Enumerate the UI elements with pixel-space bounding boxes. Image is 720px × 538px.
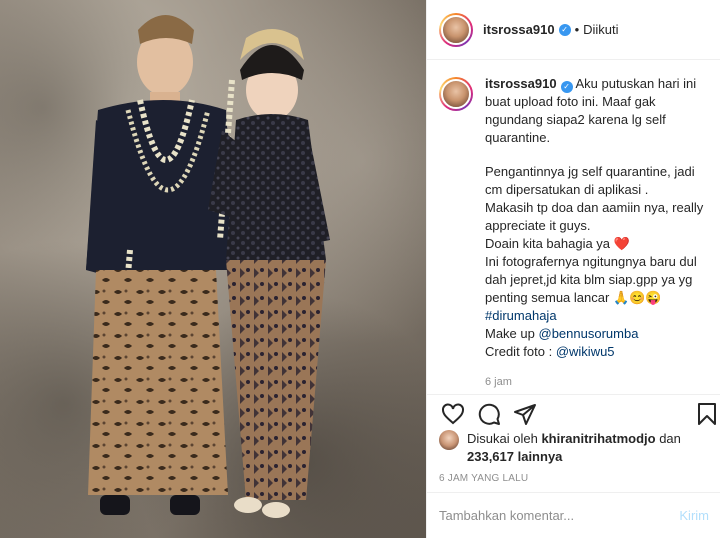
bookmark-icon[interactable] bbox=[695, 402, 719, 426]
likes-summary: Disukai oleh khiranitrihatmodjo dan 233,… bbox=[439, 430, 709, 466]
caption-line: dah jepret,jd kita blm siap.gpp ya yg bbox=[485, 272, 693, 287]
hashtag-link[interactable]: #dirumahaja bbox=[485, 307, 707, 325]
credit-label: Credit foto : bbox=[485, 344, 553, 359]
caption-line: penting semua lancar bbox=[485, 290, 610, 305]
likes-count[interactable]: 233,617 lainnya bbox=[467, 449, 562, 464]
caption-line: cm dipersatukan di aplikasi . bbox=[485, 182, 649, 197]
caption-avatar[interactable] bbox=[439, 77, 473, 111]
author-avatar[interactable] bbox=[439, 12, 473, 47]
makeup-label: Make up bbox=[485, 326, 535, 341]
caption-emoji: 🙏😊😜 bbox=[612, 290, 662, 305]
verified-badge-icon: ✓ bbox=[560, 81, 573, 93]
comment-input[interactable] bbox=[439, 508, 680, 523]
caption-line: Ini fotografernya ngitungnya baru dul bbox=[485, 254, 697, 269]
post-header: itsrossa910 ✓ • Diikuti bbox=[427, 0, 720, 60]
action-bar bbox=[427, 396, 720, 430]
post-timestamp[interactable]: 6 JAM YANG LALU bbox=[439, 473, 528, 484]
caption-line: ngundang siapa2 karena lg self bbox=[485, 112, 666, 127]
caption-line: Pengantinnya jg self quarantine, jadi bbox=[485, 164, 695, 179]
caption-time[interactable]: 6 jam bbox=[485, 373, 707, 391]
caption-text: itsrossa910 ✓ Aku putuskan hari ini buat … bbox=[485, 75, 707, 391]
makeup-mention-link[interactable]: @bennusorumba bbox=[539, 326, 639, 341]
liker-username[interactable]: khiranitrihatmodjo bbox=[541, 431, 655, 446]
liker-avatar[interactable] bbox=[439, 430, 459, 450]
caption-line: quarantine. bbox=[485, 130, 551, 145]
header-separator: • bbox=[574, 22, 580, 37]
heart-emoji: ❤️ bbox=[613, 236, 630, 251]
heart-icon[interactable] bbox=[441, 402, 465, 426]
likes-conj: dan bbox=[659, 431, 681, 446]
wedding-couple-illustration bbox=[86, 15, 330, 518]
caption-line: Makasih tp doa dan aamiin nya, really bbox=[485, 200, 704, 215]
post-side-panel: itsrossa910 ✓ • Diikuti itsrossa910 ✓ Aku… bbox=[426, 0, 720, 538]
comment-icon[interactable] bbox=[477, 402, 501, 426]
caption-section: itsrossa910 ✓ Aku putuskan hari ini buat … bbox=[427, 61, 720, 395]
caption-row: itsrossa910 ✓ Aku putuskan hari ini buat … bbox=[439, 75, 709, 391]
author-username[interactable]: itsrossa910 bbox=[483, 22, 555, 37]
share-icon[interactable] bbox=[513, 402, 537, 426]
likes-prefix: Disukai oleh bbox=[467, 431, 538, 446]
add-comment-bar: Kirim bbox=[427, 492, 720, 538]
caption-line: appreciate it guys. bbox=[485, 218, 591, 233]
caption-line: buat upload foto ini. Maaf gak bbox=[485, 94, 656, 109]
follow-status-button[interactable]: Diikuti bbox=[583, 22, 618, 37]
credit-mention-link[interactable]: @wikiwu5 bbox=[556, 344, 615, 359]
post-photo[interactable] bbox=[0, 0, 426, 538]
verified-badge-icon: ✓ bbox=[558, 23, 571, 36]
caption-line: Doain kita bahagia ya bbox=[485, 236, 611, 251]
caption-line: Aku putuskan hari ini bbox=[575, 76, 697, 91]
caption-username[interactable]: itsrossa910 bbox=[485, 76, 557, 91]
post-comment-button[interactable]: Kirim bbox=[679, 508, 709, 523]
